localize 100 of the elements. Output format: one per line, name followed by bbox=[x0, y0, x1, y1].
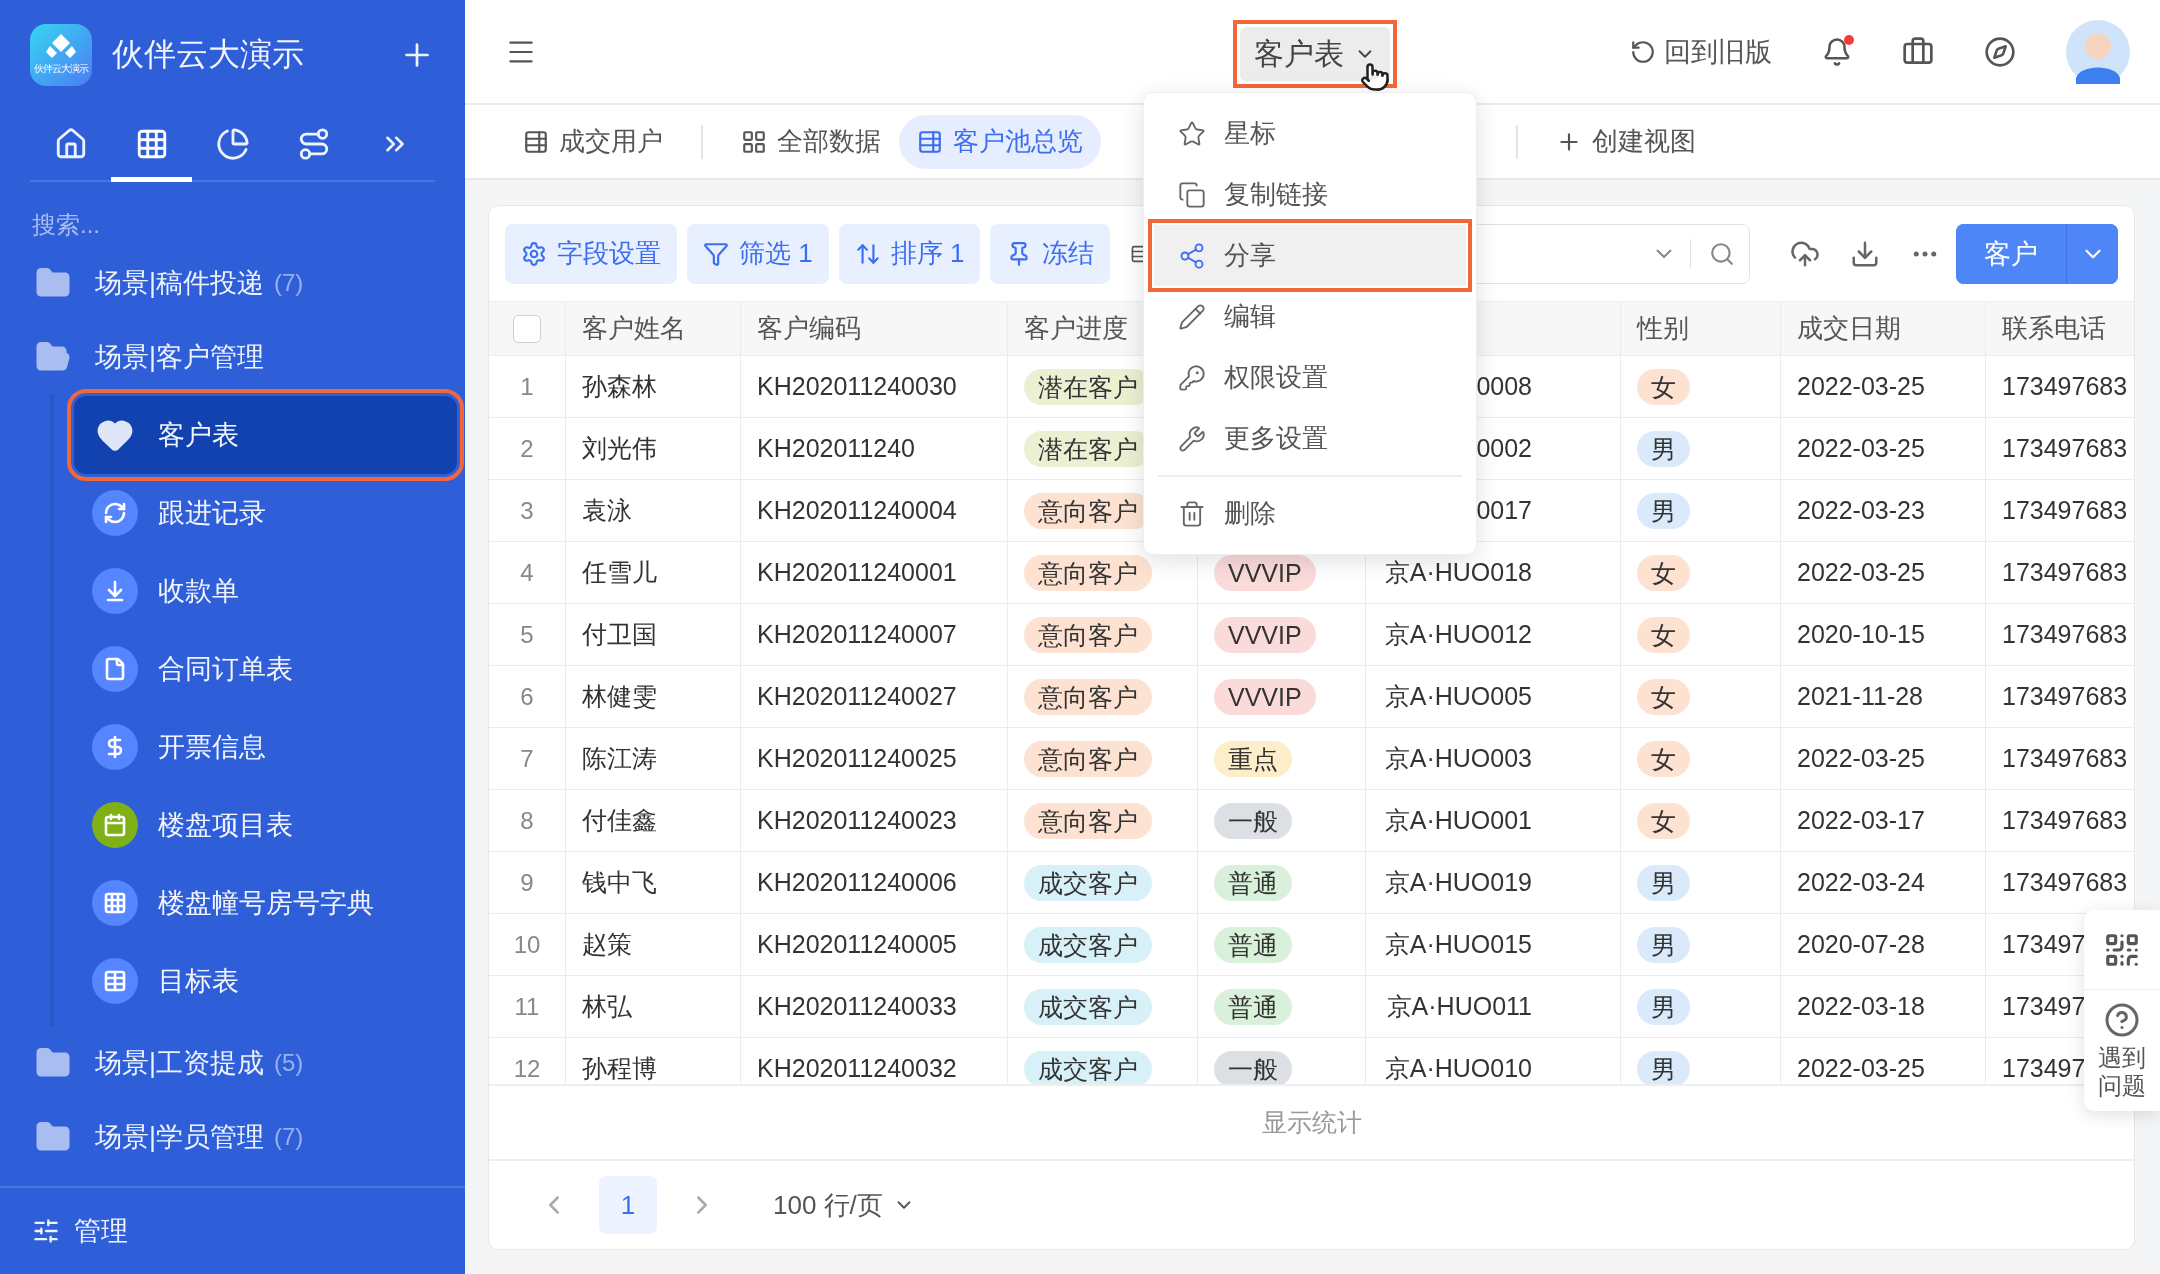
menu-item[interactable]: 权限设置 bbox=[1154, 347, 1466, 408]
folder-item[interactable]: 场景|稿件投递 bbox=[95, 265, 264, 301]
menu-item[interactable]: 编辑 bbox=[1154, 286, 1466, 347]
table-cell: 173497683 bbox=[2002, 496, 2128, 525]
table-cell-text: 林弘 bbox=[582, 991, 632, 1022]
app-name: 伙伴云大演示 bbox=[112, 35, 305, 74]
compass-icon[interactable] bbox=[1984, 35, 2016, 68]
level-tag: 普通 bbox=[1214, 926, 1292, 963]
folder-item[interactable]: 场景|客户管理 bbox=[95, 339, 264, 375]
sidebar-item[interactable]: 楼盘项目表 bbox=[74, 786, 457, 864]
toolbar-button[interactable]: 字段设置 bbox=[505, 223, 677, 284]
toolbar-button[interactable]: 排序 1 bbox=[838, 223, 981, 284]
row-number: 2 bbox=[520, 434, 534, 463]
avatar[interactable] bbox=[2066, 19, 2130, 84]
progress-tag: 意向客户 bbox=[1024, 554, 1152, 591]
trash-icon bbox=[1178, 499, 1206, 528]
row-number: 6 bbox=[520, 682, 534, 711]
manage-link[interactable]: 管理 bbox=[74, 1213, 128, 1249]
table-cell: 173497683 bbox=[2002, 620, 2128, 649]
undo-icon bbox=[1630, 38, 1656, 65]
progress-tag: 意向客户 bbox=[1024, 802, 1152, 839]
gender-tag: 男 bbox=[1637, 864, 1690, 901]
folder-item[interactable]: 场景|工资提成 bbox=[95, 1045, 264, 1081]
table-cell-text: 付卫国 bbox=[582, 619, 657, 650]
sidebar-item[interactable]: 目标表 bbox=[74, 942, 457, 1020]
table-cell: 2022-03-17 bbox=[1797, 806, 1925, 835]
pie-chart-icon bbox=[215, 126, 250, 161]
toolbar-button[interactable]: 筛选 1 bbox=[687, 223, 829, 284]
table-cell-text: 京A·HUO003 bbox=[1383, 743, 1532, 774]
table-cell-text: 京A·HUO012 bbox=[1383, 619, 1532, 650]
table-cell-text: 孙程博 bbox=[582, 1053, 657, 1084]
progress-tag: 意向客户 bbox=[1024, 678, 1152, 715]
row-number: 11 bbox=[514, 992, 540, 1021]
table-cell: KH202011240 bbox=[757, 434, 915, 463]
menu-item[interactable]: 复制链接 bbox=[1154, 164, 1466, 225]
row-number: 9 bbox=[520, 868, 534, 897]
table-cell: 173497 bbox=[2002, 992, 2086, 1021]
checkbox[interactable] bbox=[513, 314, 541, 343]
level-tag: 重点 bbox=[1214, 740, 1292, 777]
caret-button[interactable] bbox=[2066, 223, 2118, 284]
row-number: 7 bbox=[520, 744, 534, 773]
sidebar-item[interactable]: 跟进记录 bbox=[74, 474, 457, 552]
folder-item[interactable]: 场景|学员管理 bbox=[95, 1119, 264, 1155]
table-cell-text: 林健雯 bbox=[582, 681, 657, 712]
table-cell: 173497 bbox=[2002, 1054, 2086, 1083]
show-stats-link[interactable]: 显示统计 bbox=[1261, 1106, 1362, 1139]
level-tag: 一般 bbox=[1214, 802, 1292, 839]
table-cell-text: 京A·HUO018 bbox=[1383, 557, 1532, 588]
help-icon[interactable] bbox=[2104, 1002, 2140, 1038]
menu-item[interactable]: 更多设置 bbox=[1154, 408, 1466, 469]
table-icon bbox=[523, 128, 549, 155]
row-number: 4 bbox=[520, 558, 534, 587]
view-tab[interactable]: 客户池总览 bbox=[899, 114, 1101, 169]
column-header: 客户编码 bbox=[757, 312, 861, 345]
table-cell-text: 京A·HUO005 bbox=[1383, 681, 1532, 712]
table-cell: 173497 bbox=[2002, 930, 2086, 959]
table-cell: 2022-03-25 bbox=[1797, 372, 1925, 401]
table-cell-text: 刘光伟 bbox=[582, 433, 657, 464]
table-cell-text: 孙森林 bbox=[582, 371, 657, 402]
gender-tag: 女 bbox=[1637, 368, 1690, 405]
bell-icon[interactable] bbox=[1822, 36, 1852, 67]
view-tab[interactable]: 成交用户 bbox=[505, 114, 681, 169]
table-cell: 173497683 bbox=[2002, 744, 2128, 773]
page-button[interactable]: 1 bbox=[599, 1176, 657, 1234]
table-cell-text: 袁泳 bbox=[582, 495, 632, 526]
create-view-button[interactable]: 创建视图 bbox=[1538, 114, 1714, 169]
table-cell: KH202011240005 bbox=[757, 930, 957, 959]
row-number: 8 bbox=[520, 806, 534, 835]
search-field[interactable]: 搜索... bbox=[30, 210, 435, 240]
row-number: 1 bbox=[520, 372, 534, 401]
table-title-dropdown[interactable]: 客户表 bbox=[1240, 27, 1390, 81]
table-cell: 2021-11-28 bbox=[1797, 682, 1924, 711]
column-header: 客户姓名 bbox=[582, 312, 686, 345]
toolbar-button[interactable]: 冻结 bbox=[990, 223, 1111, 284]
progress-tag: 意向客户 bbox=[1024, 616, 1152, 653]
column-header: 性别 bbox=[1637, 312, 1689, 345]
item-count: (5) bbox=[274, 1049, 304, 1077]
page-size-select[interactable]: 100 行/页 bbox=[767, 1186, 921, 1224]
upload-icon[interactable] bbox=[1790, 238, 1820, 269]
table-cell-text: 0008 bbox=[1475, 372, 1532, 401]
table-cell-text: 京A·HUO015 bbox=[1383, 929, 1532, 960]
menu-item[interactable]: 删除 bbox=[1154, 483, 1466, 544]
table-cell: 173497683 bbox=[2002, 868, 2128, 897]
row-number: 5 bbox=[520, 620, 534, 649]
help-label[interactable]: 遇到问题 bbox=[2096, 1044, 2148, 1112]
view-tab[interactable]: 全部数据 bbox=[723, 114, 899, 169]
table-cell: KH202011240007 bbox=[757, 620, 957, 649]
legacy-version-link[interactable]: 回到旧版 bbox=[1630, 33, 1772, 70]
table-cell: 2022-03-24 bbox=[1797, 868, 1925, 897]
sidebar-item[interactable]: 合同订单表 bbox=[74, 630, 457, 708]
column-header: 客户进度 bbox=[1024, 312, 1128, 345]
table-cell-text: 付佳鑫 bbox=[582, 805, 657, 836]
sidebar-item[interactable]: 收款单 bbox=[74, 552, 457, 630]
gender-tag: 男 bbox=[1637, 1050, 1690, 1084]
sidebar-item[interactable]: 开票信息 bbox=[74, 708, 457, 786]
wrench-icon bbox=[1178, 424, 1206, 453]
menu-item[interactable]: 星标 bbox=[1154, 103, 1466, 164]
sidebar-item[interactable]: 楼盘幢号房号字典 bbox=[74, 864, 457, 942]
table-cell: 2022-03-25 bbox=[1797, 1054, 1925, 1083]
share-icon bbox=[1178, 241, 1206, 270]
